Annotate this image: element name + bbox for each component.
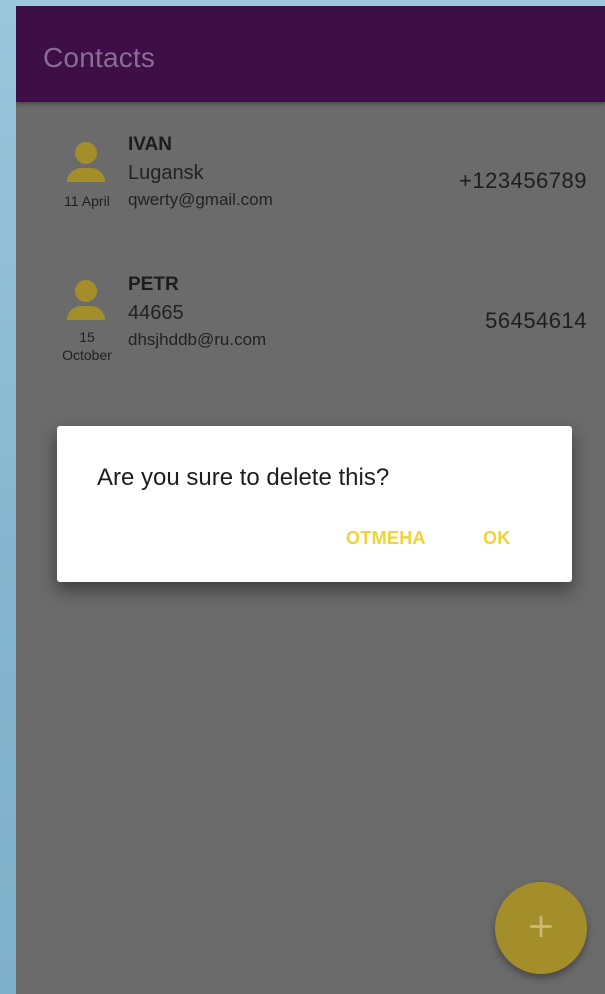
plus-icon: + — [526, 906, 556, 946]
contact-info: IVAN Lugansk qwerty@gmail.com — [128, 134, 273, 212]
contact-date: 15 October — [52, 328, 122, 364]
contact-email: dhsjhddb@ru.com — [128, 330, 267, 349]
cancel-button[interactable]: ОТМЕНА — [346, 528, 426, 549]
contact-list-item[interactable]: 15 October PETR 44665 dhsjhddb@ru.com 56… — [16, 274, 605, 394]
app-screen: Contacts 11 April IVAN Lugansk qwerty@gm… — [16, 6, 605, 994]
contact-date-month: October — [62, 347, 112, 363]
contact-name: IVAN — [128, 134, 172, 155]
contact-list-item[interactable]: 11 April IVAN Lugansk qwerty@gmail.com +… — [16, 134, 605, 254]
app-bar-title: Contacts — [43, 42, 156, 73]
delete-confirm-dialog: Are you sure to delete this? ОТМЕНА OK — [57, 426, 572, 582]
contact-date: 11 April — [64, 193, 110, 209]
person-icon — [52, 276, 122, 328]
person-icon — [52, 138, 122, 190]
contact-avatar: 11 April — [52, 138, 122, 210]
contact-info: PETR 44665 dhsjhddb@ru.com — [128, 274, 266, 352]
contact-phone: +123456789 — [459, 168, 587, 193]
ok-button[interactable]: OK — [483, 528, 511, 549]
app-bar: Contacts — [16, 6, 605, 102]
contact-email: qwerty@gmail.com — [128, 190, 273, 209]
add-contact-button[interactable]: + — [495, 882, 587, 974]
contact-avatar: 15 October — [52, 276, 122, 364]
contact-name: PETR — [128, 274, 179, 295]
contact-date-day: 15 — [79, 329, 95, 345]
contact-phone: 56454614 — [485, 308, 587, 333]
contact-city: 44665 — [128, 302, 184, 324]
contact-city: Lugansk — [128, 162, 204, 184]
dialog-message: Are you sure to delete this? — [97, 464, 390, 491]
